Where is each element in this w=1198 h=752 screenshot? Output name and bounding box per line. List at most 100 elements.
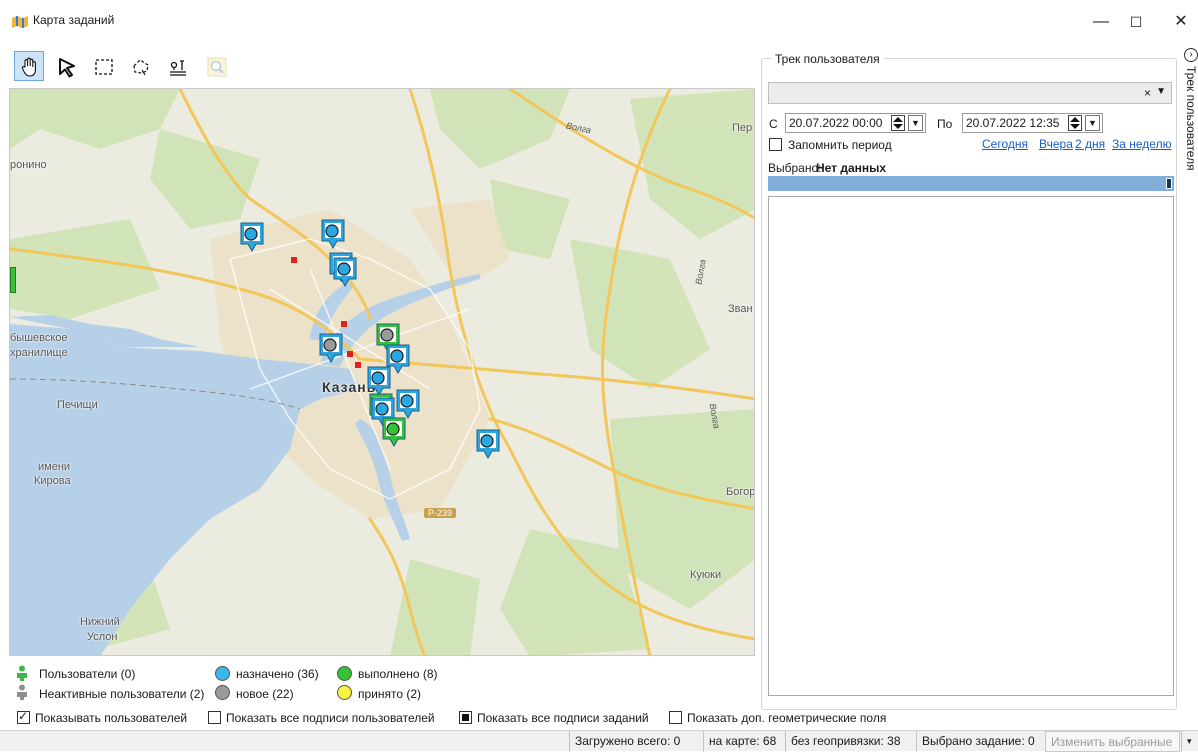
task-marker-assigned[interactable]	[320, 218, 346, 250]
inactive-user-icon	[17, 684, 27, 700]
task-marker-assigned[interactable]	[318, 332, 344, 364]
task-map-window: Карта заданий — ☐ ✕ ронино бышевское хра…	[0, 0, 1198, 752]
lasso-select-icon	[133, 59, 149, 76]
legend-users: Пользователи (0)	[39, 667, 136, 681]
show-users-label[interactable]: Показывать пользователей	[35, 711, 187, 725]
legend-dot-accepted	[337, 685, 352, 700]
user-track-title: Трек пользователя	[771, 52, 884, 66]
range-handle[interactable]	[1166, 178, 1172, 189]
map-label-place1: ронино	[10, 159, 47, 171]
map-app-icon	[12, 16, 28, 28]
link-today[interactable]: Сегодня	[982, 137, 1028, 151]
show-users-checkbox[interactable]	[17, 709, 30, 724]
show-task-captions-label[interactable]: Показать все подписи заданий	[477, 711, 649, 725]
inactive-user-marker[interactable]	[291, 257, 297, 263]
select-arrow-icon	[59, 58, 75, 78]
status-bar: Загружено всего: 0 на карте: 68 без геоп…	[0, 730, 1198, 752]
task-marker-done[interactable]	[381, 416, 407, 448]
chevron-down-icon[interactable]: ▼	[1156, 86, 1166, 97]
show-user-captions-checkbox[interactable]	[208, 711, 221, 724]
task-marker-assigned[interactable]	[332, 256, 358, 288]
legend-assigned: назначено (36)	[236, 667, 319, 681]
route-tool-button[interactable]	[162, 51, 192, 81]
show-task-captions-checkbox[interactable]	[459, 711, 472, 724]
from-datetime-value: 20.07.2022 00:00	[789, 116, 883, 130]
map-label-place4: Печищи	[57, 399, 98, 411]
selected-value: Нет данных	[816, 161, 887, 175]
map-label-place5: имени	[38, 461, 71, 473]
map-label-road: Р-239	[424, 508, 457, 518]
from-datetime-field[interactable]: 20.07.2022 00:00 ▼	[785, 113, 926, 133]
map-label-place6: Кирова	[34, 475, 71, 487]
inactive-user-marker[interactable]	[341, 321, 347, 327]
to-datetime-field[interactable]: 20.07.2022 12:35 ▼	[962, 113, 1103, 133]
rectangle-select-tool-button[interactable]	[88, 51, 118, 81]
remember-period-label[interactable]: Запомнить период	[788, 138, 892, 152]
from-dropdown-icon[interactable]: ▼	[908, 115, 923, 131]
close-button[interactable]: ✕	[1166, 10, 1196, 34]
show-geometry-label[interactable]: Показать доп. геометрические поля	[687, 711, 886, 725]
zoom-tool-button[interactable]	[201, 51, 231, 81]
user-track-panel: Трек пользователя × ▼ С 20.07.2022 00:00…	[757, 48, 1181, 710]
map-label-place7: Нижний	[80, 616, 120, 628]
legend-done: выполнено (8)	[358, 667, 438, 681]
status-loaded: Загружено всего: 0	[569, 731, 685, 752]
map-label-place9: Куюки	[690, 569, 722, 581]
inactive-user-marker[interactable]	[355, 362, 361, 368]
maximize-button[interactable]: ☐	[1121, 10, 1151, 34]
legend-accepted: принято (2)	[358, 687, 422, 701]
track-points-list[interactable]	[768, 196, 1174, 696]
task-marker-assigned[interactable]	[239, 221, 265, 253]
collapse-icon[interactable]: ›	[1184, 48, 1198, 62]
to-label: По	[937, 117, 953, 131]
active-user-icon	[17, 665, 27, 681]
show-geometry-checkbox[interactable]	[669, 711, 682, 724]
select-tool-button[interactable]	[51, 51, 81, 81]
map-label-place2: бышевское	[10, 332, 68, 344]
map-label-place12: Пер	[732, 122, 753, 134]
inactive-user-marker[interactable]	[347, 351, 353, 357]
route-icon	[170, 60, 186, 76]
minimize-button[interactable]: —	[1086, 10, 1116, 34]
status-no-geo: без геопривязки: 38	[785, 731, 906, 752]
to-spin-icon[interactable]	[1068, 115, 1082, 131]
user-combo[interactable]: × ▼	[768, 82, 1172, 104]
status-selected: Выбрано задание: 0	[916, 731, 1040, 752]
map-label-place8: Услон	[87, 631, 118, 643]
map-view[interactable]: ронино бышевское хранилище Печищи имени …	[9, 88, 755, 656]
legend-dot-assigned	[215, 666, 230, 681]
hand-pan-icon	[21, 57, 36, 77]
map-label-place10: Богор	[726, 486, 755, 498]
track-range-bar[interactable]	[768, 176, 1174, 191]
side-tab-label: Трек пользователя	[1184, 66, 1198, 171]
legend-inactive-users: Неактивные пользователи (2)	[39, 687, 205, 701]
status-on-map: на карте: 68	[703, 731, 781, 752]
to-dropdown-icon[interactable]: ▼	[1085, 115, 1100, 131]
clear-icon[interactable]: ×	[1144, 86, 1151, 100]
from-spin-icon[interactable]	[891, 115, 905, 131]
legend-new: новое (22)	[236, 687, 294, 701]
side-tab-user-track[interactable]: › Трек пользователя	[1182, 48, 1198, 208]
selected-label: Выбрано:	[768, 161, 822, 175]
map-label-place11: Зван	[728, 303, 753, 315]
title-bar: Карта заданий — ☐ ✕	[0, 0, 1198, 38]
lasso-select-tool-button[interactable]	[125, 51, 155, 81]
link-yesterday[interactable]: Вчера	[1039, 137, 1073, 151]
window-title: Карта заданий	[33, 13, 115, 27]
legend-dot-done	[337, 666, 352, 681]
to-datetime-value: 20.07.2022 12:35	[966, 116, 1060, 130]
pan-tool-button[interactable]	[14, 51, 44, 81]
show-user-captions-label[interactable]: Показать все подписи пользователей	[226, 711, 435, 725]
from-label: С	[769, 117, 778, 131]
task-marker-done-edge[interactable]	[10, 267, 16, 293]
legend-dot-new	[215, 685, 230, 700]
zoom-icon	[207, 57, 227, 77]
status-overflow-icon[interactable]: ▾	[1181, 731, 1198, 752]
map-label-place3: хранилище	[10, 347, 68, 359]
change-selected-button[interactable]: Изменить выбранные	[1045, 731, 1180, 752]
remember-period-checkbox[interactable]	[769, 138, 782, 151]
rectangle-select-icon	[95, 59, 113, 75]
task-marker-assigned[interactable]	[475, 428, 501, 460]
link-week[interactable]: За неделю	[1112, 137, 1172, 151]
link-two-days[interactable]: 2 дня	[1075, 137, 1105, 151]
